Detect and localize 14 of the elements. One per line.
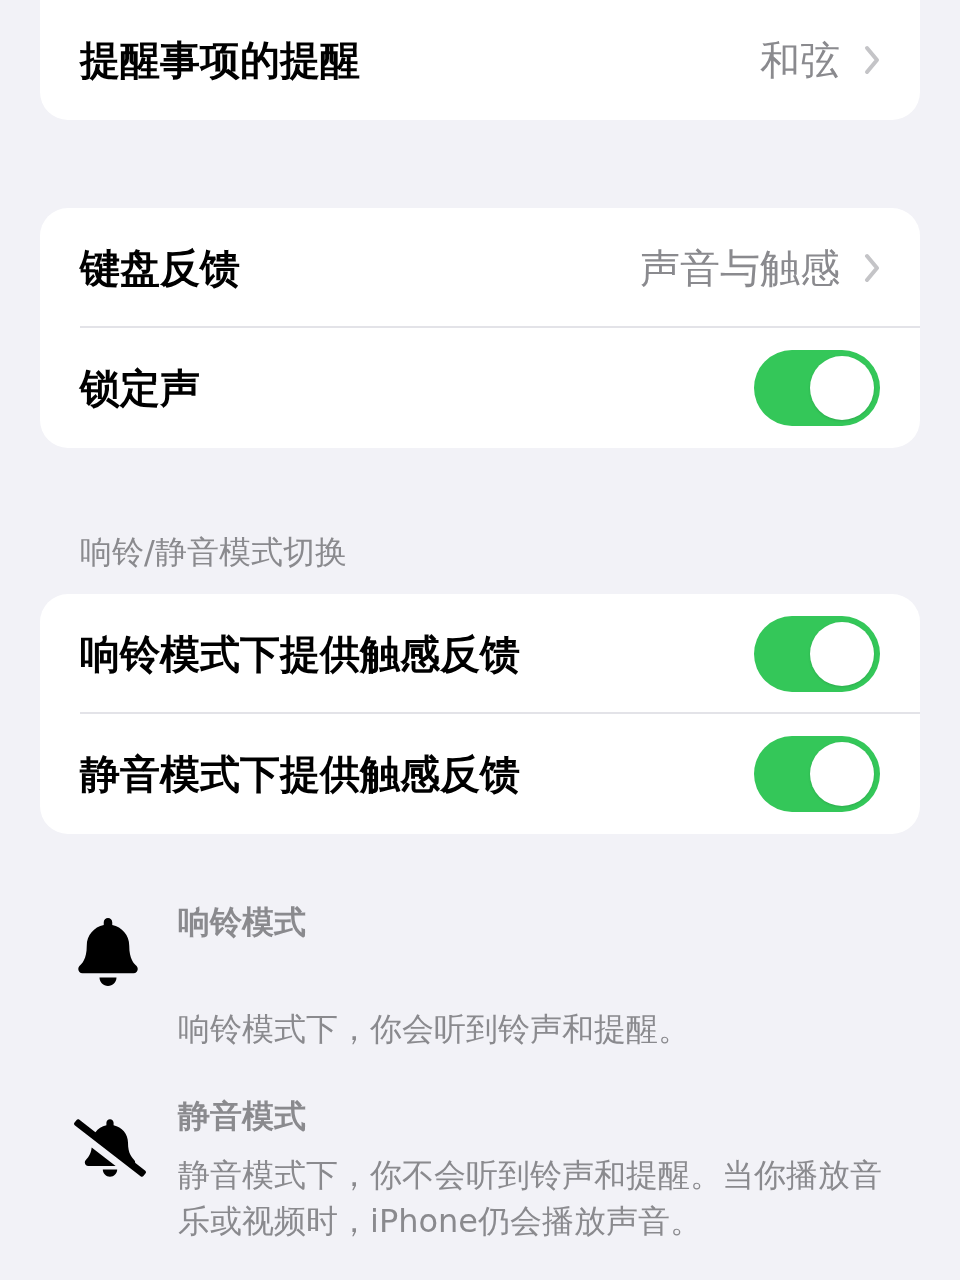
chevron-icon[interactable] (864, 253, 880, 283)
row-label: 静音模式下提供触感反馈 (80, 750, 521, 799)
row-label: 响铃模式下提供触感反馈 (80, 630, 521, 679)
mode-title: 静音模式 (178, 1096, 307, 1137)
row-value: 声音与触感 (640, 244, 840, 293)
row-label: 提醒事项的提醒 (80, 36, 361, 85)
row-label: 键盘反馈 (80, 244, 241, 293)
mode-description: 静音模式下，你不会听到铃声和提醒。当你播放音乐或视频时，iPhone仍会播放声音。 (178, 1155, 883, 1242)
row-value: 和弦 (760, 36, 840, 85)
section-header: 响铃/静音模式切换 (80, 532, 348, 573)
mode-title: 响铃模式 (178, 902, 307, 943)
chevron-icon[interactable] (864, 45, 880, 75)
mode-description: 响铃模式下，你会听到铃声和提醒。 (178, 1009, 691, 1050)
row-label: 锁定声 (80, 364, 201, 413)
